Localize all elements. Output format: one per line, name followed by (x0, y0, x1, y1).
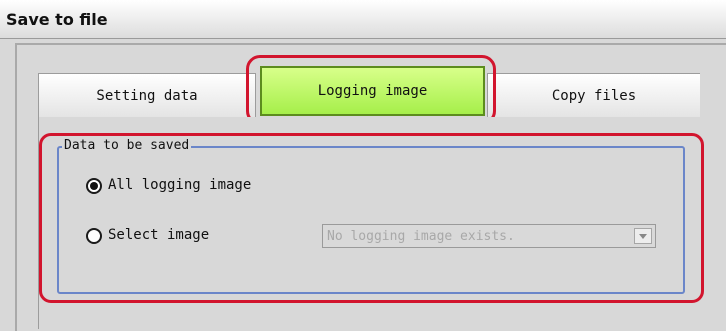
group-highlight-annotation (39, 133, 704, 303)
tab-highlight-annotation (246, 55, 496, 125)
tab-copy-files[interactable]: Copy files (487, 73, 700, 117)
title-bar: Save to file (0, 0, 726, 39)
window-title: Save to file (6, 10, 108, 29)
tab-setting-data[interactable]: Setting data (38, 73, 256, 117)
